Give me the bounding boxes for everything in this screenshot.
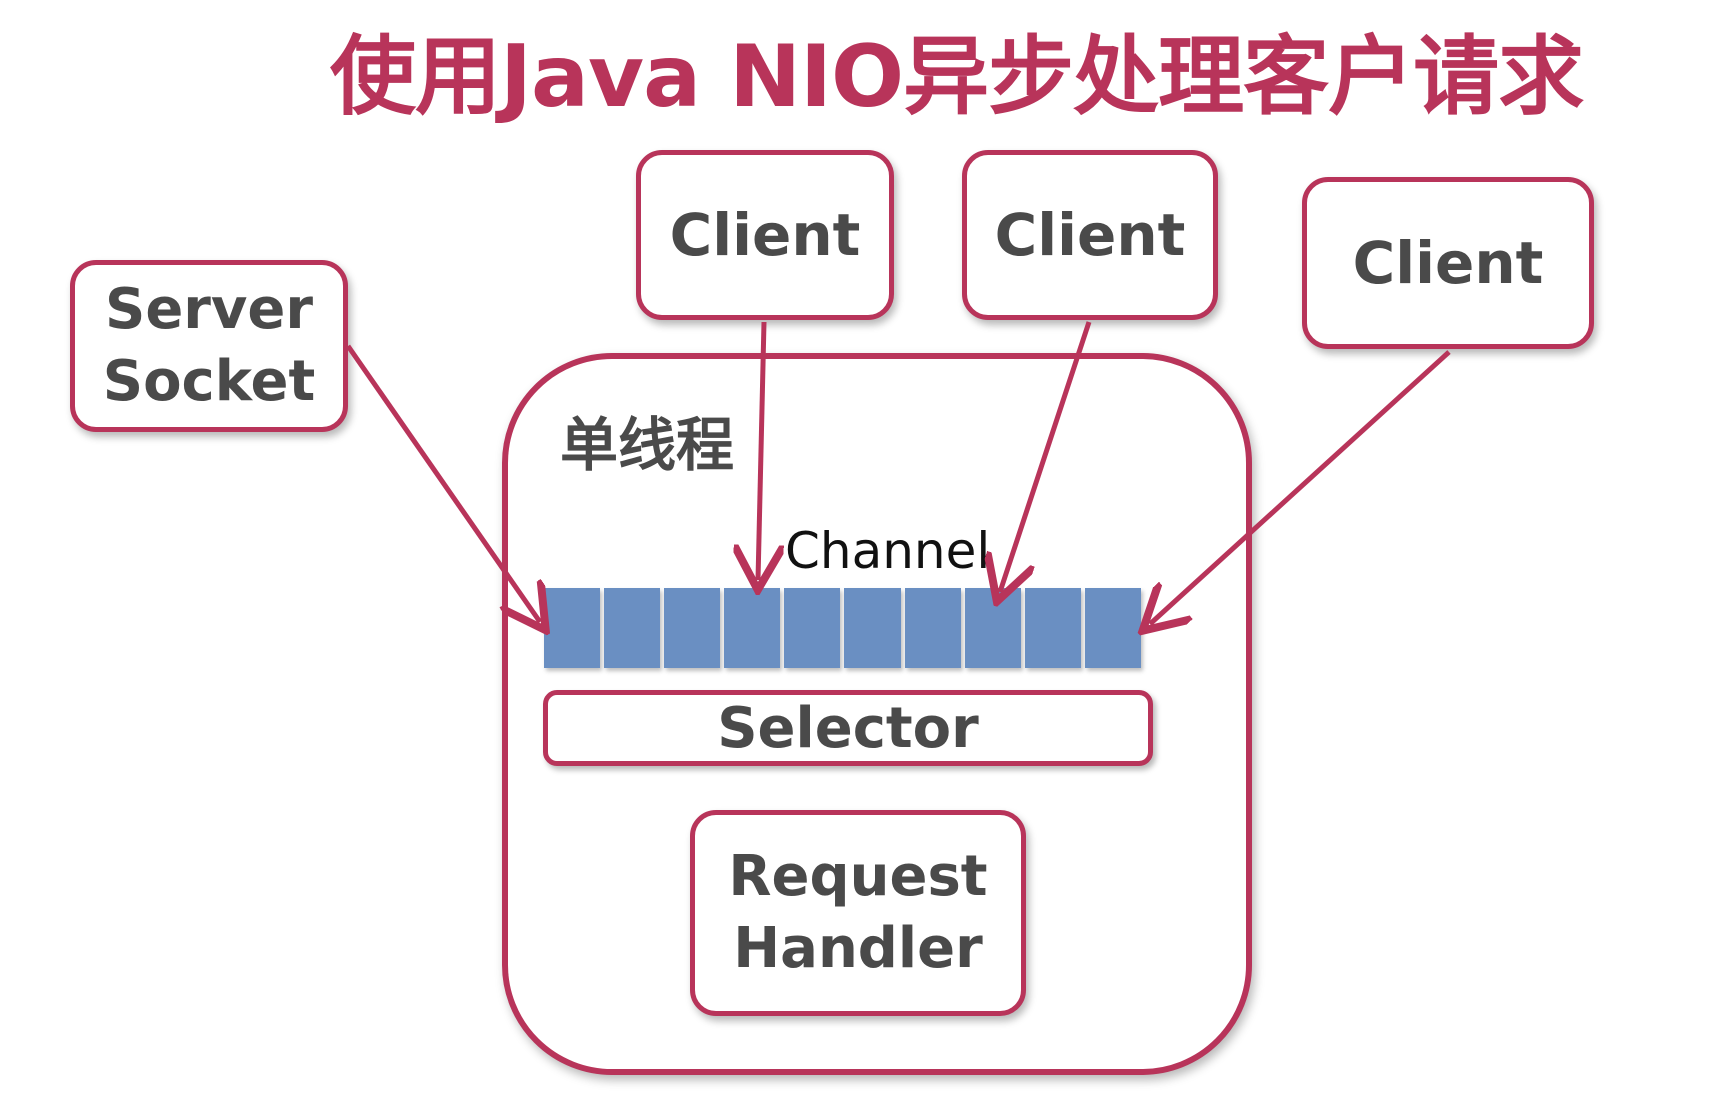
channel-label: Channel xyxy=(785,522,991,580)
client-box-3: Client xyxy=(1302,177,1594,349)
client-box-1: Client xyxy=(636,150,894,320)
client-box-2: Client xyxy=(962,150,1218,320)
channel-cell xyxy=(604,588,661,668)
request-handler-box: Request Handler xyxy=(690,810,1026,1016)
channel-cell xyxy=(544,588,601,668)
diagram-canvas: 使用Java NIO异步处理客户请求 单线程 Server Socket Cli… xyxy=(0,0,1730,1104)
channel-cell xyxy=(904,588,961,668)
client-label-1: Client xyxy=(669,201,861,269)
page-title: 使用Java NIO异步处理客户请求 xyxy=(330,27,1584,127)
client-label-3: Client xyxy=(1352,229,1544,297)
request-handler-line2: Handler xyxy=(733,916,983,981)
channel-cell xyxy=(784,588,841,668)
request-handler-line1: Request xyxy=(728,844,988,909)
channel-cell xyxy=(1024,588,1081,668)
server-socket-line2: Socket xyxy=(102,349,316,414)
channel-cell xyxy=(964,588,1021,668)
channel-cell xyxy=(724,588,781,668)
server-socket-box: Server Socket xyxy=(70,260,348,432)
server-socket-line1: Server xyxy=(104,277,314,342)
channel-cell xyxy=(1084,588,1141,668)
channel-cell xyxy=(844,588,901,668)
channel-bar xyxy=(544,588,1141,668)
selector-box: Selector xyxy=(543,690,1153,766)
single-thread-label: 单线程 xyxy=(560,411,735,479)
channel-cell xyxy=(664,588,721,668)
client-label-2: Client xyxy=(994,201,1186,269)
